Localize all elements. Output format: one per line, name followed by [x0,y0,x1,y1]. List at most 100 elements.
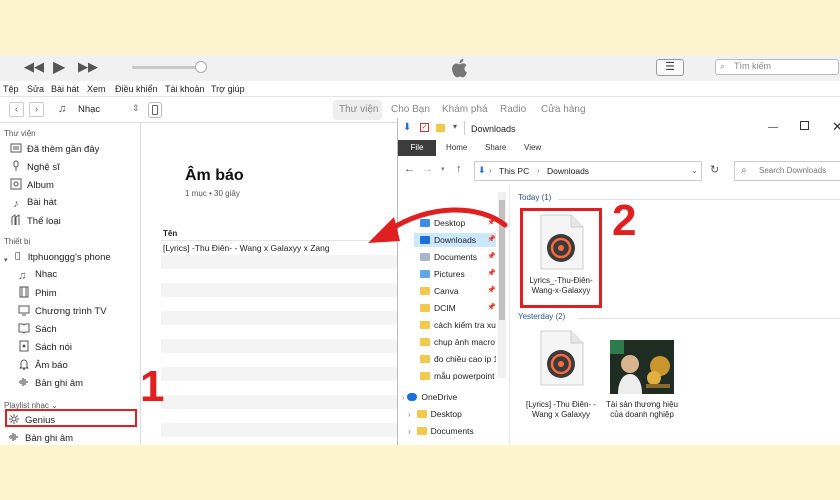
chevron-right-icon[interactable]: › [402,395,404,402]
search-placeholder: Tìm kiếm [734,61,771,71]
pin-icon[interactable]: 📌 [487,303,496,311]
volume-knob[interactable] [195,61,207,73]
search-input[interactable]: ⌕ Tìm kiếm [715,59,839,75]
folder-icon[interactable] [436,124,445,132]
device-phone[interactable]: ▾ ltphuonggg's phone [4,250,111,264]
tab-radio[interactable]: Radio [500,104,526,115]
maximize-button[interactable] [800,121,809,130]
sidebar-item-label: Nhạc [35,269,58,280]
menu-file[interactable]: Tệp [3,84,19,94]
close-button[interactable]: ✕ [832,119,840,135]
up-arrow-icon[interactable]: ↑ [456,163,462,175]
tab-browse[interactable]: Khám phá [442,104,488,115]
sidebar-item-device-music[interactable]: ♫ Nhạc [18,268,57,282]
file-item-lyrics-yesterday[interactable]: [Lyrics] -Thu Điên- - Wang x Galaxyy [524,330,598,440]
tab-for-you[interactable]: Cho Bạn [391,104,430,115]
nav-item-folder[interactable]: mẫu powerpoint [420,369,496,383]
folder-icon [420,304,430,312]
sidebar-item-tones[interactable]: Âm báo [18,358,68,372]
pin-icon[interactable]: 📌 [487,286,496,294]
chevron-down-icon[interactable]: ⌄ [691,166,698,175]
nav-item-onedrive-documents[interactable]: › Documents [408,424,474,438]
chevron-right-icon[interactable]: › [408,427,411,436]
window-title: Downloads [471,124,516,134]
breadcrumb-this-pc[interactable]: This PC [499,166,529,176]
tab-store[interactable]: Cửa hàng [541,104,586,115]
nav-item-folder[interactable]: chụp ảnh macro [420,335,496,349]
disclosure-triangle-icon[interactable]: ▾ [4,254,10,266]
volume-slider[interactable] [132,66,204,69]
properties-icon[interactable]: ✓ [420,123,429,132]
refresh-icon[interactable]: ↻ [710,163,719,176]
group-header-yesterday[interactable]: Yesterday (2) [518,312,565,321]
nav-item-onedrive-desktop[interactable]: › Desktop [408,407,462,421]
sidebar-item-songs[interactable]: ♪ Bài hát [10,196,57,210]
sidebar-item-albums[interactable]: Album [10,178,54,192]
recent-locations-icon[interactable]: ▾ [441,165,445,173]
highlight-box-tones [5,409,137,427]
forward-button[interactable]: › [29,102,44,117]
sidebar-item-label: Bản ghi âm [25,433,74,444]
sidebar-item-books[interactable]: Sách [18,322,57,336]
table-row-empty [161,423,397,437]
nav-item-pictures[interactable]: Pictures [420,267,465,281]
nav-item-folder[interactable]: cách kiếm tra xuất [420,318,496,332]
chevron-right-icon[interactable]: › [408,410,411,419]
ribbon-tab-share[interactable]: Share [485,143,506,152]
nav-item-folder[interactable]: đo chiều cao ip 1 [420,352,496,366]
pin-icon[interactable]: 📌 [487,269,496,277]
forward-arrow-icon[interactable]: → [422,163,433,175]
list-view-button[interactable]: ☰ [656,59,684,76]
sidebar-item-movies[interactable]: Phim [18,286,57,300]
sidebar-item-tv-shows[interactable]: Chương trình TV [18,304,107,318]
menu-help[interactable]: Trợ giúp [211,84,245,94]
menu-view[interactable]: Xem [87,84,106,94]
nav-item-onedrive[interactable]: › OneDrive [402,390,457,404]
menu-controls[interactable]: Điều khiển [115,84,158,94]
menu-account[interactable]: Tài khoản [165,84,205,94]
nav-item-canva[interactable]: Canva [420,284,459,298]
file-item-image[interactable]: Tài sản thương hiệu của doanh nghiệp [604,330,680,440]
sidebar-item-voice-memos[interactable]: Bản ghi âm [18,376,83,390]
rewind-icon[interactable]: ◀◀ [24,59,44,75]
sidebar-item-genres[interactable]: Thể loại [10,214,61,228]
back-button[interactable]: ‹ [9,102,24,117]
search-icon: ⌕ [741,165,747,176]
sidebar-item-audiobooks[interactable]: Sách nói [18,340,72,354]
device-button[interactable] [148,102,162,118]
menu-song[interactable]: Bài hát [51,84,79,94]
breadcrumb-downloads[interactable]: Downloads [547,166,589,176]
back-arrow-icon[interactable]: ← [404,163,415,175]
menu-edit[interactable]: Sửa [27,84,44,94]
chevron-updown-icon[interactable]: ⇕ [132,103,140,114]
sidebar-item-artists[interactable]: Nghệ sĩ [10,160,60,174]
ribbon-tab-file[interactable]: File [398,140,436,156]
apple-logo-icon [452,58,467,78]
voice-memo-icon [9,433,18,441]
tab-library[interactable]: Thư viện [339,104,379,115]
quick-access-dropdown-icon[interactable]: ▾ [453,122,457,131]
ribbon-tab-view[interactable]: View [524,143,541,152]
sidebar-item-recently-added[interactable]: Đã thêm gần đây [10,142,99,156]
explorer-titlebar: ⬇ ✓ ▾ Downloads — ✕ [398,118,840,140]
sidebar-item-label: Bài hát [27,197,57,208]
nav-item-dcim[interactable]: DCIM [420,301,456,315]
minimize-button[interactable]: — [768,122,778,133]
table-row-empty [161,367,397,381]
media-selector[interactable]: Nhạc [78,104,100,115]
bell-icon [18,359,30,370]
music-note-icon: ♫ [58,103,67,115]
fast-forward-icon[interactable]: ▶▶ [78,59,98,75]
nav-item-label: DCIM [434,303,456,313]
sidebar-item-label: Nghệ sĩ [27,162,60,173]
arrow-annotation [368,207,508,243]
folder-icon [420,372,430,380]
group-header-today[interactable]: Today (1) [518,193,551,202]
cloud-icon [407,393,418,401]
sidebar-item-playlist-voice-memos[interactable]: Bản ghi âm [8,431,73,445]
ribbon-tab-home[interactable]: Home [446,143,467,152]
address-field[interactable]: ⬇ › This PC › Downloads ⌄ [474,161,702,181]
step-number-2: 2 [612,196,637,245]
play-icon[interactable]: ▶ [53,57,65,77]
explorer-search-input[interactable]: ⌕ Search Downloads [734,161,840,181]
